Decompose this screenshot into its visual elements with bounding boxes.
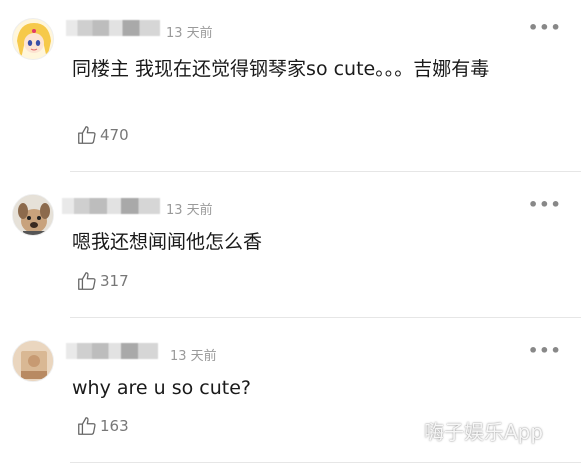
- avatar[interactable]: [12, 18, 54, 60]
- like-count: 470: [100, 126, 129, 144]
- comment-text: why are u so cute?: [72, 377, 251, 399]
- thumbs-up-icon: [78, 417, 96, 435]
- comment-text: 同楼主 我现在还觉得钢琴家so cute。。。吉娜有毒: [72, 58, 490, 80]
- like-button[interactable]: 470: [76, 124, 129, 146]
- comment-time: 13 天前: [166, 26, 213, 41]
- comment-time: 13 天前: [166, 203, 213, 218]
- more-dots-icon[interactable]: •••: [528, 195, 562, 214]
- watermark: 嗨子娱乐App: [424, 420, 544, 444]
- divider: [70, 462, 581, 463]
- comment-item: 13 天前 ••• 嗯我还想闻闻他怎么香 317: [0, 172, 581, 318]
- avatar[interactable]: [12, 340, 54, 382]
- like-count: 317: [100, 272, 129, 290]
- sailor-moon-avatar-icon: [13, 19, 53, 59]
- thumbs-up-icon: [78, 126, 96, 144]
- thumbs-up-icon: [78, 272, 96, 290]
- comment-item: 13 天前 ••• 同楼主 我现在还觉得钢琴家so cute。。。吉娜有毒 47…: [0, 0, 581, 172]
- username-blurred[interactable]: [66, 20, 160, 36]
- username-blurred[interactable]: [66, 343, 158, 359]
- more-dots-icon[interactable]: •••: [528, 18, 562, 37]
- like-button[interactable]: 163: [76, 415, 129, 437]
- tan-avatar-icon: [13, 341, 53, 381]
- dog-avatar-icon: [13, 195, 53, 235]
- comment-item: 13 天前 ••• why are u so cute? 163: [0, 318, 581, 468]
- username-blurred[interactable]: [62, 198, 160, 214]
- avatar[interactable]: [12, 194, 54, 236]
- comment-text: 嗯我还想闻闻他怎么香: [72, 231, 263, 253]
- more-dots-icon[interactable]: •••: [528, 341, 562, 360]
- like-count: 163: [100, 417, 129, 435]
- like-button[interactable]: 317: [76, 270, 129, 292]
- comment-time: 13 天前: [170, 349, 217, 364]
